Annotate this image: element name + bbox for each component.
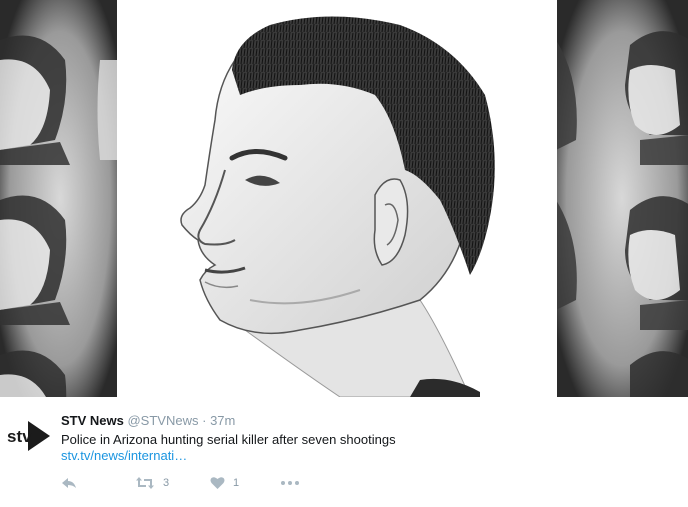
author-name[interactable]: STV News [61, 413, 124, 428]
retweet-count: 3 [163, 477, 170, 489]
header-separator: · [202, 413, 207, 428]
side-sketch-thumb [97, 60, 120, 160]
stv-logo-icon: stv [7, 421, 50, 451]
more-dots-icon [281, 481, 299, 485]
side-sketch-thumb [0, 35, 70, 165]
retweet-icon [136, 477, 154, 489]
side-sketch-thumb [0, 195, 70, 325]
tweet-actions: 3 1 [61, 473, 361, 493]
svg-text:stv: stv [7, 427, 32, 446]
tweet-timestamp[interactable]: 37m [210, 413, 235, 428]
like-button[interactable]: 1 [210, 473, 239, 493]
heart-icon [210, 477, 225, 489]
tweet-card: stv STV News @STVNews · 37m Police in Ar… [0, 397, 688, 507]
tweet-media-image[interactable] [0, 0, 688, 397]
suspect-sketch-image [0, 0, 688, 397]
more-button[interactable] [280, 473, 300, 493]
tweet-link[interactable]: stv.tv/news/internati… [61, 448, 187, 464]
like-count: 1 [233, 477, 240, 489]
avatar[interactable]: stv [6, 417, 52, 455]
reply-icon [62, 478, 76, 488]
tweet-header: STV News @STVNews · 37m [61, 413, 235, 429]
retweet-button[interactable]: 3 [135, 473, 169, 493]
author-handle[interactable]: @STVNews [127, 413, 198, 428]
tweet-text: Police in Arizona hunting serial killer … [61, 432, 396, 447]
reply-button[interactable] [61, 473, 77, 493]
